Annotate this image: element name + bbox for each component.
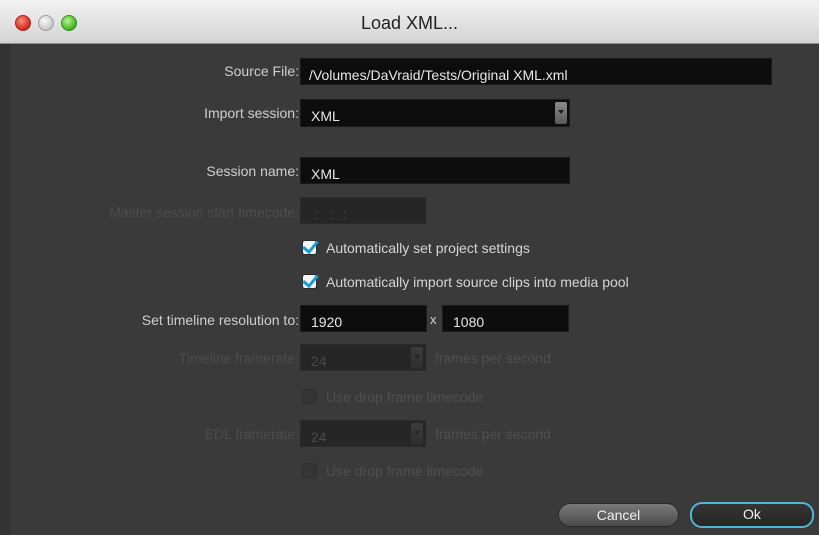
edl-drop-frame-checkbox: [302, 463, 317, 478]
timeline-framerate-value: 24: [311, 353, 327, 369]
resolution-height-field[interactable]: 1080: [442, 305, 569, 332]
edl-framerate-select: 24: [300, 420, 426, 447]
resolution-separator: x: [430, 312, 437, 327]
import-session-label: Import session:: [204, 105, 299, 121]
source-file-field[interactable]: /Volumes/DaVraid/Tests/Original XML.xml: [300, 58, 772, 85]
cancel-button[interactable]: Cancel: [558, 503, 679, 527]
timeline-drop-frame-label: Use drop frame timecode: [326, 389, 484, 405]
load-xml-dialog: Load XML... Source File: /Volumes/DaVrai…: [0, 0, 819, 535]
title-bar[interactable]: Load XML...: [0, 0, 819, 44]
master-timecode-label: Master session start timecode:: [109, 204, 299, 220]
chevron-down-icon: [411, 423, 423, 445]
ok-button[interactable]: Ok: [690, 502, 814, 528]
edl-framerate-unit: frames per second: [435, 426, 551, 442]
edl-framerate-value: 24: [311, 429, 327, 445]
master-timecode-field: : : :: [300, 197, 426, 224]
import-session-value: XML: [311, 108, 340, 124]
timeline-framerate-select: 24: [300, 344, 426, 371]
dialog-content: Source File: /Volumes/DaVraid/Tests/Orig…: [10, 44, 819, 535]
edl-framerate-label: EDL framerate:: [204, 426, 299, 442]
edl-drop-frame-label: Use drop frame timecode: [326, 463, 484, 479]
auto-import-clips-label[interactable]: Automatically import source clips into m…: [326, 274, 629, 290]
timeline-resolution-label: Set timeline resolution to:: [141, 312, 299, 328]
chevron-down-icon: [555, 102, 567, 124]
timeline-framerate-label: Timeline framerate:: [178, 350, 299, 366]
window-title: Load XML...: [360, 13, 459, 33]
chevron-down-icon: [411, 347, 423, 369]
auto-project-settings-label[interactable]: Automatically set project settings: [326, 240, 530, 256]
source-file-label: Source File:: [224, 63, 299, 79]
auto-project-settings-checkbox[interactable]: [302, 240, 317, 255]
session-name-field[interactable]: XML: [300, 157, 570, 184]
resolution-width-field[interactable]: 1920: [300, 305, 427, 332]
timeline-framerate-unit: frames per second: [435, 350, 551, 366]
timeline-drop-frame-checkbox: [302, 389, 317, 404]
auto-import-clips-checkbox[interactable]: [302, 274, 317, 289]
import-session-select[interactable]: XML: [300, 99, 570, 127]
session-name-label: Session name:: [206, 163, 299, 179]
